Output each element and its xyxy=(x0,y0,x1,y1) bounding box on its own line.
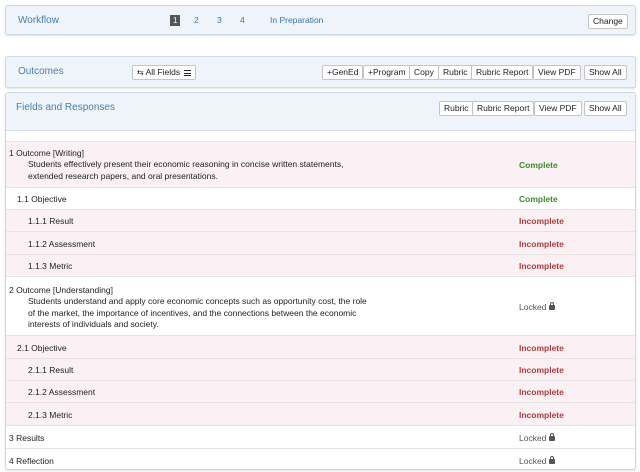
rubric-report-button[interactable]: Rubric Report xyxy=(471,65,534,80)
status-badge: Incomplete xyxy=(519,365,564,375)
status-badge: Incomplete xyxy=(519,343,564,353)
row-label: 1.1.3 Metric xyxy=(28,261,73,271)
change-button[interactable]: Change xyxy=(588,14,628,29)
fr-view-pdf-button[interactable]: View PDF xyxy=(534,101,582,116)
all-fields-label: All Fields xyxy=(145,67,181,77)
status-badge: Locked xyxy=(519,456,556,466)
outcomes-title: Outcomes xyxy=(18,66,64,77)
fr-rubric-report-button[interactable]: Rubric Report xyxy=(472,101,535,116)
refresh-icon: ⇆ xyxy=(137,68,144,77)
workflow-title: Workflow xyxy=(18,15,59,26)
fr-show-all-button[interactable]: Show All xyxy=(584,101,627,116)
row-label: 3 Results xyxy=(9,433,45,443)
lock-icon xyxy=(549,433,556,442)
row-label: 1.1 Objective xyxy=(17,194,67,204)
status-badge: Complete xyxy=(519,160,558,170)
workflow-panel: Workflow 1 2 3 4 In Preparation Change xyxy=(5,5,636,35)
fields-responses-title: Fields and Responses xyxy=(16,102,115,113)
row-label: 4 Reflection xyxy=(9,456,54,466)
table-row[interactable]: 2.1 Objective Incomplete xyxy=(6,335,635,358)
program-button[interactable]: +Program xyxy=(363,65,411,80)
fields-responses-header: Fields and Responses Rubric Rubric Repor… xyxy=(6,93,635,131)
menu-icon xyxy=(184,69,192,76)
table-row[interactable]: 3 Results Locked xyxy=(6,425,635,448)
row-label: 2.1.3 Metric xyxy=(28,410,73,420)
status-badge: Incomplete xyxy=(519,239,564,249)
fr-rubric-button[interactable]: Rubric xyxy=(439,101,474,116)
table-row[interactable]: 1.1.2 Assessment Incomplete xyxy=(6,231,635,254)
workflow-step-2[interactable]: 2 xyxy=(194,15,199,25)
row-label: 2 Outcome [Understanding] xyxy=(9,285,113,295)
lock-icon xyxy=(549,302,556,311)
row-label: 1 Outcome [Writing] xyxy=(9,148,84,158)
status-badge: Incomplete xyxy=(519,387,564,397)
status-badge: Incomplete xyxy=(519,216,564,226)
workflow-status: In Preparation xyxy=(270,15,324,25)
status-badge: Locked xyxy=(519,433,556,443)
gened-button[interactable]: +GenEd xyxy=(322,65,364,80)
table-row[interactable]: 2.1.2 Assessment Incomplete xyxy=(6,380,635,402)
show-all-button[interactable]: Show All xyxy=(584,65,627,80)
table-row[interactable]: 1 Outcome [Writing] Students effectively… xyxy=(6,141,635,187)
workflow-step-4[interactable]: 4 xyxy=(240,15,245,25)
lock-icon xyxy=(549,456,556,465)
status-badge: Locked xyxy=(519,302,556,312)
status-badge: Incomplete xyxy=(519,261,564,271)
rubric-button[interactable]: Rubric xyxy=(438,65,473,80)
table-row[interactable]: 2.1.1 Result Incomplete xyxy=(6,358,635,380)
all-fields-button[interactable]: ⇆ All Fields xyxy=(132,65,197,80)
copy-button[interactable]: Copy xyxy=(409,65,439,80)
table-row[interactable]: 4 Reflection Locked xyxy=(6,448,635,470)
table-row[interactable]: 1.1 Objective Complete xyxy=(6,187,635,209)
fields-responses-panel: Fields and Responses Rubric Rubric Repor… xyxy=(5,92,636,470)
row-label: 1.1.1 Result xyxy=(28,216,74,226)
table-row[interactable]: 1.1.1 Result Incomplete xyxy=(6,209,635,231)
row-label: 1.1.2 Assessment xyxy=(28,239,96,249)
table-row[interactable]: 2 Outcome [Understanding] Students under… xyxy=(6,276,635,335)
workflow-step-3[interactable]: 3 xyxy=(217,15,222,25)
status-badge: Complete xyxy=(519,194,558,204)
row-description: Students understand and apply core econo… xyxy=(28,296,367,329)
row-label: 2.1.1 Result xyxy=(28,365,74,375)
view-pdf-button[interactable]: View PDF xyxy=(533,65,581,80)
workflow-step-1[interactable]: 1 xyxy=(170,15,181,26)
row-description: Students effectively present their econo… xyxy=(28,159,344,181)
table-row[interactable]: 2.1.3 Metric Incomplete xyxy=(6,402,635,425)
row-label: 2.1.2 Assessment xyxy=(28,387,96,397)
status-badge: Incomplete xyxy=(519,410,564,420)
outcomes-panel: Outcomes ⇆ All Fields +GenEd +Program Co… xyxy=(5,56,636,88)
row-label: 2.1 Objective xyxy=(17,343,67,353)
table-row[interactable]: 1.1.3 Metric Incomplete xyxy=(6,254,635,276)
